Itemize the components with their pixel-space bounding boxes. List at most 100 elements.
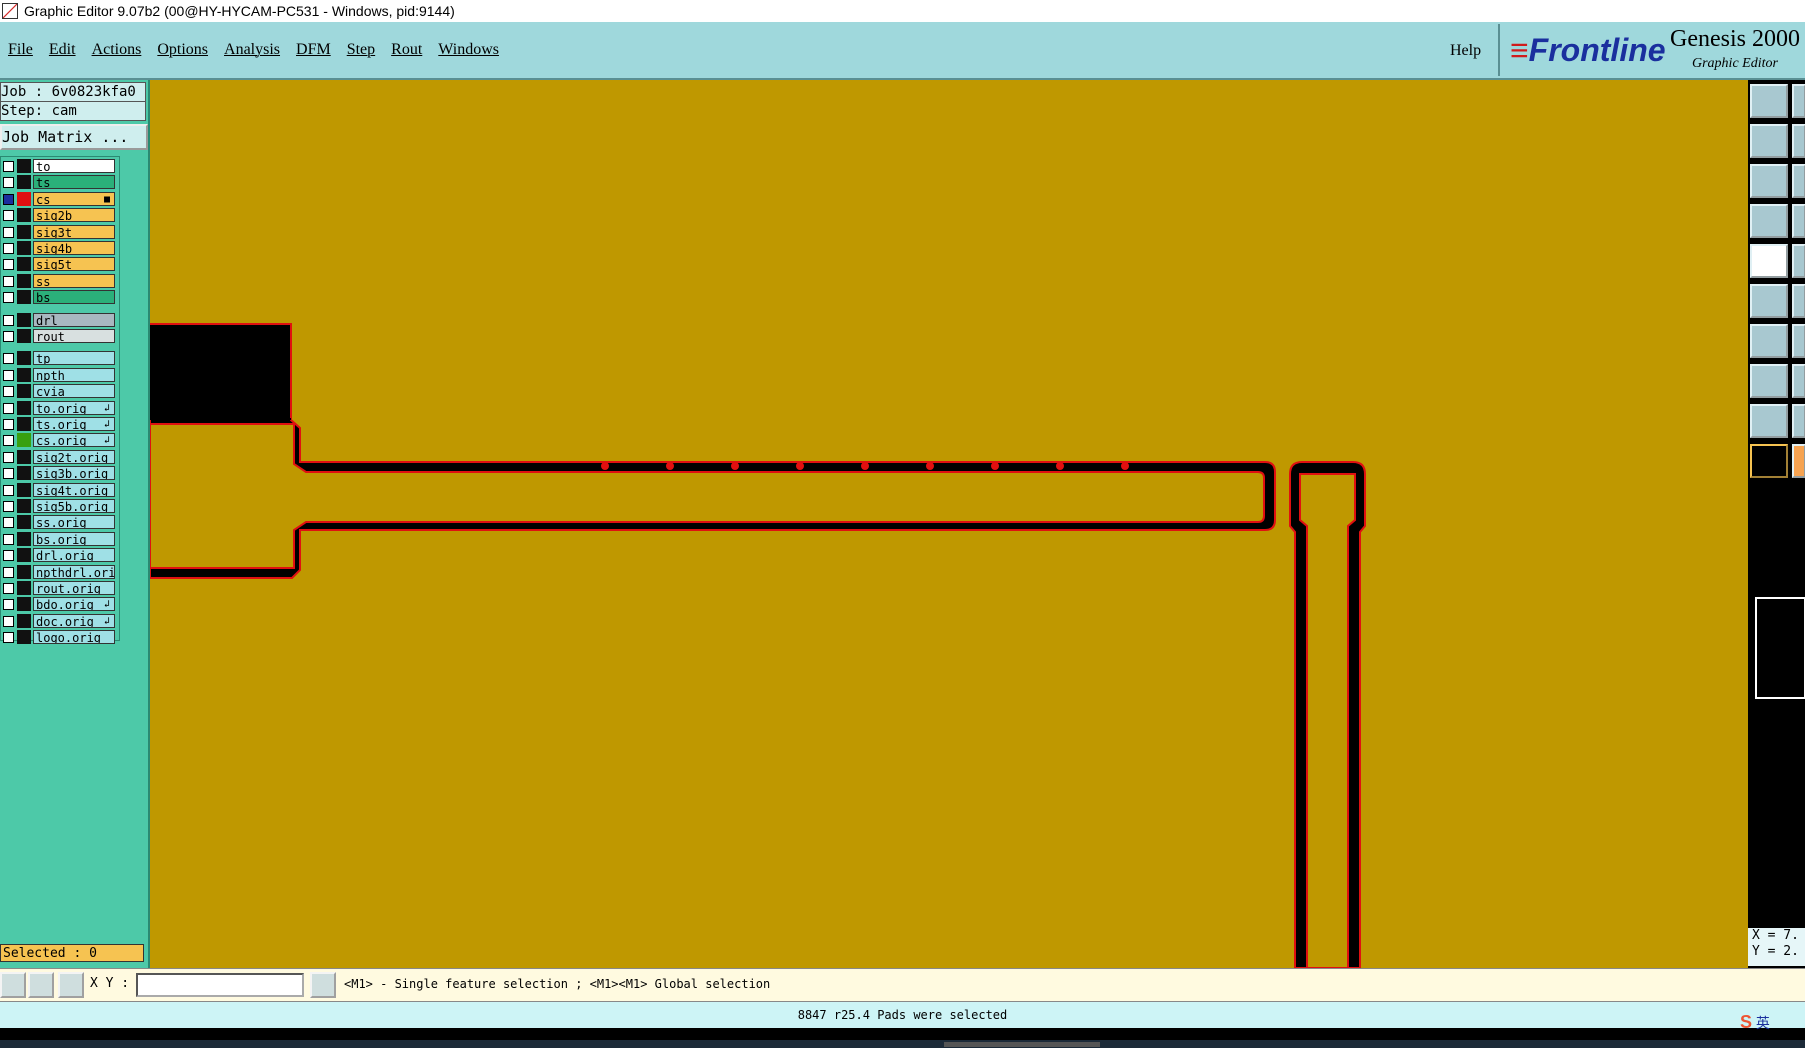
layer-name[interactable]: cs.orig ↲ <box>33 433 115 448</box>
cursor-mode-icon[interactable] <box>0 972 26 998</box>
layer-name[interactable]: bs <box>33 290 115 305</box>
menu-windows[interactable]: Windows <box>438 41 499 59</box>
layer-checkbox[interactable] <box>3 402 14 414</box>
layer-checkbox[interactable] <box>3 386 14 398</box>
layer-checkbox[interactable] <box>3 533 14 545</box>
connect-icon[interactable] <box>1750 284 1788 318</box>
layer-name[interactable]: bdo.orig ↲ <box>33 597 115 612</box>
layer-row[interactable]: ts.orig ↲ <box>1 417 119 431</box>
toolbar-button[interactable] <box>1792 164 1805 198</box>
layer-name[interactable]: sig5b.orig <box>33 499 115 513</box>
toolbar-button[interactable] <box>1792 404 1805 438</box>
layer-checkbox[interactable] <box>3 468 14 480</box>
layer-checkbox[interactable] <box>3 177 14 189</box>
toolbar-button[interactable] <box>1792 124 1805 158</box>
layer-name[interactable]: logo.orig <box>33 630 115 645</box>
layer-name[interactable]: sig2t.orig <box>33 449 115 464</box>
layer-row[interactable]: sig2t.orig <box>1 449 119 464</box>
layer-checkbox[interactable] <box>3 369 14 381</box>
layer-row[interactable]: drl.orig <box>1 548 119 563</box>
layer-checkbox[interactable] <box>3 501 14 512</box>
layer-color-swatch[interactable] <box>17 273 31 288</box>
layer-color-swatch[interactable] <box>17 175 31 190</box>
layer-color-swatch[interactable] <box>17 351 31 366</box>
layer-checkbox[interactable] <box>3 161 14 172</box>
layer-name[interactable]: cvia <box>33 384 115 399</box>
layer-color-swatch[interactable] <box>17 191 31 206</box>
layer-checkbox[interactable] <box>3 243 14 254</box>
layer-color-swatch[interactable] <box>17 449 31 464</box>
layer-row[interactable]: bs.orig <box>1 531 119 546</box>
layer-row[interactable]: logo.orig <box>1 630 119 645</box>
layer-checkbox[interactable] <box>3 451 14 463</box>
settings-icon[interactable] <box>1750 204 1788 238</box>
menu-options[interactable]: Options <box>157 41 208 59</box>
layer-name[interactable]: sig4b <box>33 241 115 255</box>
layer-checkbox[interactable] <box>3 550 14 562</box>
layer-row[interactable]: sig4t.orig <box>1 482 119 497</box>
layer-color-swatch[interactable] <box>17 466 31 481</box>
layer-color-swatch[interactable] <box>17 531 31 546</box>
layer-checkbox[interactable] <box>3 484 14 496</box>
layer-checkbox[interactable] <box>3 583 14 594</box>
layer-name[interactable]: sig3t <box>33 224 115 239</box>
layer-row[interactable]: rout.orig <box>1 581 119 595</box>
layer-name[interactable]: sig3b.orig <box>33 466 115 481</box>
layer-name[interactable]: ts.orig ↲ <box>33 417 115 431</box>
layer-color-swatch[interactable] <box>17 630 31 645</box>
menu-rout[interactable]: Rout <box>391 41 422 59</box>
toolbar-button[interactable] <box>1792 364 1805 398</box>
layer-row[interactable]: npthdrl.orig <box>1 564 119 579</box>
toolbar-button[interactable] <box>1792 244 1805 278</box>
layer-row[interactable]: ss <box>1 273 119 288</box>
layer-color-swatch[interactable] <box>17 257 31 272</box>
layer-color-swatch[interactable] <box>17 433 31 448</box>
menu-actions[interactable]: Actions <box>92 41 142 59</box>
grid-icon[interactable] <box>58 972 84 998</box>
measure-icon[interactable] <box>1750 404 1788 438</box>
layer-color-swatch[interactable] <box>17 417 31 431</box>
menu-help[interactable]: Help <box>1450 42 1481 60</box>
move-icon[interactable] <box>1750 364 1788 398</box>
layer-checkbox[interactable] <box>3 331 14 342</box>
layer-name[interactable]: rout.orig <box>33 581 115 595</box>
layer-row[interactable]: npth <box>1 367 119 382</box>
layer-name[interactable]: npth <box>33 367 115 382</box>
info-icon[interactable] <box>310 972 336 998</box>
menu-step[interactable]: Step <box>347 41 375 59</box>
toolbar-button[interactable] <box>1792 324 1805 358</box>
layer-color-swatch[interactable] <box>17 515 31 530</box>
scroll-thumb[interactable] <box>944 1042 1100 1047</box>
layer-checkbox[interactable] <box>3 566 14 578</box>
layer-checkbox[interactable] <box>3 259 14 271</box>
layer-name[interactable]: drl.orig <box>33 548 115 563</box>
layer-row[interactable]: ts <box>1 175 119 190</box>
zoom-fit-icon[interactable] <box>1750 164 1788 198</box>
layer-row[interactable]: rout <box>1 329 119 343</box>
layer-checkbox[interactable] <box>3 210 14 222</box>
layer-color-swatch[interactable] <box>17 208 31 223</box>
layer-name[interactable]: doc.orig ↲ <box>33 613 115 628</box>
layer-color-swatch[interactable] <box>17 224 31 239</box>
layer-name[interactable]: sig5t <box>33 257 115 272</box>
layer-name[interactable]: to.orig ↲ <box>33 400 115 415</box>
layer-name[interactable]: to <box>33 159 115 173</box>
layer-name[interactable]: ss.orig <box>33 515 115 530</box>
layer-row[interactable]: doc.orig ↲ <box>1 613 119 628</box>
layer-checkbox[interactable] <box>3 193 14 205</box>
layer-color-swatch[interactable] <box>17 312 31 327</box>
layer-row[interactable]: cs.orig ↲ <box>1 433 119 448</box>
layer-checkbox[interactable] <box>3 632 14 644</box>
layer-color-swatch[interactable] <box>17 613 31 628</box>
layer-name[interactable]: sig4t.orig <box>33 482 115 497</box>
layer-checkbox[interactable] <box>3 615 14 627</box>
layer-row[interactable]: sig3t <box>1 224 119 239</box>
layer-checkbox[interactable] <box>3 353 14 365</box>
layer-name[interactable]: ss <box>33 273 115 288</box>
layer-color-swatch[interactable] <box>17 159 31 173</box>
select-cursor-icon[interactable] <box>1750 444 1788 478</box>
layer-checkbox[interactable] <box>3 435 14 447</box>
line-tool-icon[interactable] <box>1750 324 1788 358</box>
layer-color-swatch[interactable] <box>17 241 31 255</box>
layer-row[interactable]: drl <box>1 312 119 327</box>
